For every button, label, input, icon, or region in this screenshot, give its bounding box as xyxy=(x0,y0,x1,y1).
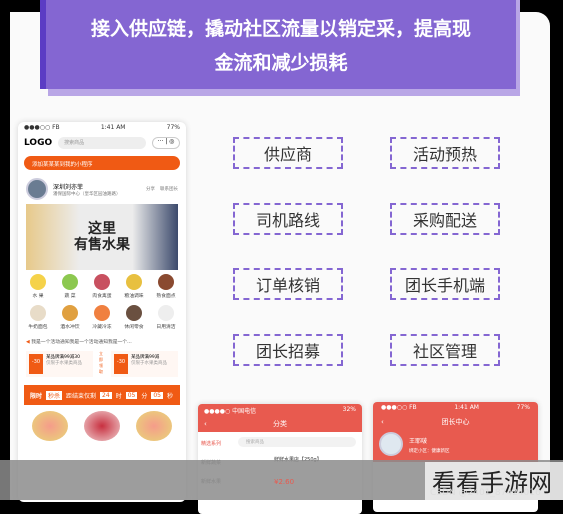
notice-bar[interactable]: ◀ 我是一个活动通知我是一个活动通知我是一个... xyxy=(18,334,186,349)
battery: 77% xyxy=(516,404,530,411)
banner-line-2: 金流和减少损耗 xyxy=(214,52,348,74)
battery: 32% xyxy=(342,406,356,413)
flash-sale-bar[interactable]: 限时 秒杀 距结束仅剩 24 时 05 分 05 秒 xyxy=(24,385,180,405)
avatar xyxy=(26,178,48,200)
notice-text: 我是一个活动通知我是一个活动通知我是一个... xyxy=(31,340,132,345)
hero-line-1: 这里 xyxy=(88,221,116,237)
leader-avatar xyxy=(379,432,403,456)
category-item[interactable]: 酒水冲饮 xyxy=(54,305,86,330)
store-name: 深圳刘亦菲 xyxy=(53,183,84,191)
category-label: 蔬 菜 xyxy=(64,294,76,299)
screen-title: 团长中心 xyxy=(441,418,470,426)
back-icon[interactable]: ‹ xyxy=(204,416,207,432)
category-item[interactable]: 水 果 xyxy=(22,274,54,299)
screen-title: 分类 xyxy=(273,420,287,428)
category-label: 肉食禽蛋 xyxy=(92,294,112,299)
category-sidebar: 精选系列 新鲜蔬菜 新鲜水果 xyxy=(198,434,234,491)
leader-community: 绑定小区：健康新区 xyxy=(409,449,450,454)
time: 1:41 AM xyxy=(454,404,479,411)
coupon[interactable]: -30 某品牌满99减 仅限于水果类商品 xyxy=(111,351,178,377)
coupon-amount: -30 xyxy=(114,354,128,374)
carrier: ●●●●○ 中国电信 xyxy=(204,408,257,415)
tag-order-verify: 订单核销 xyxy=(233,268,343,300)
flash-label: 限时 xyxy=(30,392,43,400)
back-icon[interactable]: ‹ xyxy=(381,414,384,430)
product-price: ¥2.60 xyxy=(274,478,295,486)
tag-community: 社区管理 xyxy=(390,334,500,366)
seconds-label: 秒 xyxy=(167,392,174,400)
category-grid: 水 果 蔬 菜 肉食禽蛋 粮油调味 熟食面点 牛奶面包 酒水冲饮 冷藏冷冻 休闲… xyxy=(18,270,186,334)
category-item[interactable]: 肉食禽蛋 xyxy=(86,274,118,299)
share-button[interactable]: 分享 xyxy=(146,186,155,192)
tag-preheat: 活动预热 xyxy=(390,137,500,169)
headline-banner: 接入供应链，撬动社区流量以销定采，提高现 金流和减少损耗 xyxy=(40,0,516,89)
category-item[interactable]: 日用清洁 xyxy=(150,305,182,330)
title-bar: ‹ 分类 xyxy=(198,416,362,432)
category-item[interactable]: 牛奶面包 xyxy=(22,305,54,330)
tag-supplier: 供应商 xyxy=(233,137,343,169)
tag-leader-mobile: 团长手机端 xyxy=(390,268,500,300)
grapefruit-image[interactable] xyxy=(32,411,68,441)
category-label: 日用清洁 xyxy=(156,325,176,330)
search-input[interactable]: 搜索商品 xyxy=(238,437,356,447)
seconds: 05 xyxy=(151,391,163,399)
tag-driver-route: 司机路线 xyxy=(233,203,343,235)
category-label: 牛奶面包 xyxy=(28,325,48,330)
coupon-amount: -30 xyxy=(29,354,43,374)
search-input[interactable]: 搜索商品 xyxy=(58,137,146,149)
time: 1:41 AM xyxy=(100,124,126,131)
hero-banner[interactable]: 这里 有售水果 xyxy=(26,204,178,270)
title-bar: ‹ 团长中心 xyxy=(381,414,530,430)
status-bar: ●●●○○ FB 1:41 AM 77% xyxy=(381,402,530,414)
flash-text: 距结束仅剩 xyxy=(66,392,97,400)
sidebar-item[interactable]: 精选系列 xyxy=(198,434,234,453)
coupon-desc: 仅限于水果类商品 xyxy=(131,361,167,366)
speaker-icon: ◀ xyxy=(26,340,30,345)
category-label: 酒水冲饮 xyxy=(60,325,80,330)
add-miniprogram-bar[interactable]: 添加某某某到我的小程序 xyxy=(24,156,180,170)
tag-leader-recruit: 团长招募 xyxy=(233,334,343,366)
category-label: 冷藏冷冻 xyxy=(92,325,112,330)
tag-purchase: 采购配送 xyxy=(390,203,500,235)
flash-tag: 秒杀 xyxy=(46,390,63,400)
category-item[interactable]: 粮油调味 xyxy=(118,274,150,299)
banner-line-1: 接入供应链，撬动社区流量以销定采，提高现 xyxy=(90,18,471,40)
coupon-list: -30 某品牌满99减30 仅限于水果类商品 立即领取 -30 某品牌满99减 仅限于水… xyxy=(18,349,186,379)
menu-capsule[interactable]: ··· | ◎ xyxy=(152,137,180,149)
status-bar: ●●●●○ 中国电信 32% xyxy=(198,404,362,416)
hero-line-2: 有售水果 xyxy=(74,237,130,253)
category-label: 水 果 xyxy=(32,294,44,299)
hours: 24 xyxy=(100,391,112,399)
category-item[interactable]: 休闲零食 xyxy=(118,305,150,330)
phone-home-screen: ●●●○○ FB 1:41 AM 77% LOGO 搜索商品 ··· | ◎ 添加某… xyxy=(18,122,186,502)
carrier: ●●●○○ FB xyxy=(381,404,417,411)
watermark-sub: CSDN @2401_87424016 xyxy=(430,488,541,498)
nav-bar: LOGO 搜索商品 ··· | ◎ xyxy=(18,134,186,152)
minutes: 05 xyxy=(125,391,138,399)
coupon[interactable]: -30 某品牌满99减30 仅限于水果类商品 xyxy=(26,351,93,377)
grapefruit-image[interactable] xyxy=(136,411,172,441)
minutes-label: 分 xyxy=(141,392,148,400)
battery: 77% xyxy=(166,124,180,131)
hours-label: 时 xyxy=(115,392,122,400)
category-label: 粮油调味 xyxy=(124,294,144,299)
coupon-desc: 仅限于水果类商品 xyxy=(46,361,82,366)
logo: LOGO xyxy=(24,138,53,148)
category-item[interactable]: 熟食面点 xyxy=(150,274,182,299)
category-item[interactable]: 冷藏冷冻 xyxy=(86,305,118,330)
sidebar-item[interactable]: 新鲜水果 xyxy=(198,472,234,491)
contact-leader-button[interactable]: 联系团长 xyxy=(160,186,178,192)
sidebar-item[interactable]: 新鲜蔬菜 xyxy=(198,453,234,472)
carrier: ●●●○○ FB xyxy=(24,124,60,131)
category-item[interactable]: 蔬 菜 xyxy=(54,274,86,299)
lychee-image[interactable] xyxy=(84,411,120,441)
coupon-claim[interactable]: 立即领取 xyxy=(99,351,105,377)
category-label: 熟食面点 xyxy=(156,294,176,299)
store-address: 潘保国际中心（皇华区园油路路） xyxy=(53,191,121,197)
status-bar: ●●●○○ FB 1:41 AM 77% xyxy=(18,122,186,134)
product-images xyxy=(18,405,186,447)
leader-name: 王耶啵 xyxy=(409,438,428,445)
category-label: 休闲零食 xyxy=(124,325,144,330)
store-info: 深圳刘亦菲 潘保国际中心（皇华区园油路路） 分享 联系团长 xyxy=(18,174,186,204)
